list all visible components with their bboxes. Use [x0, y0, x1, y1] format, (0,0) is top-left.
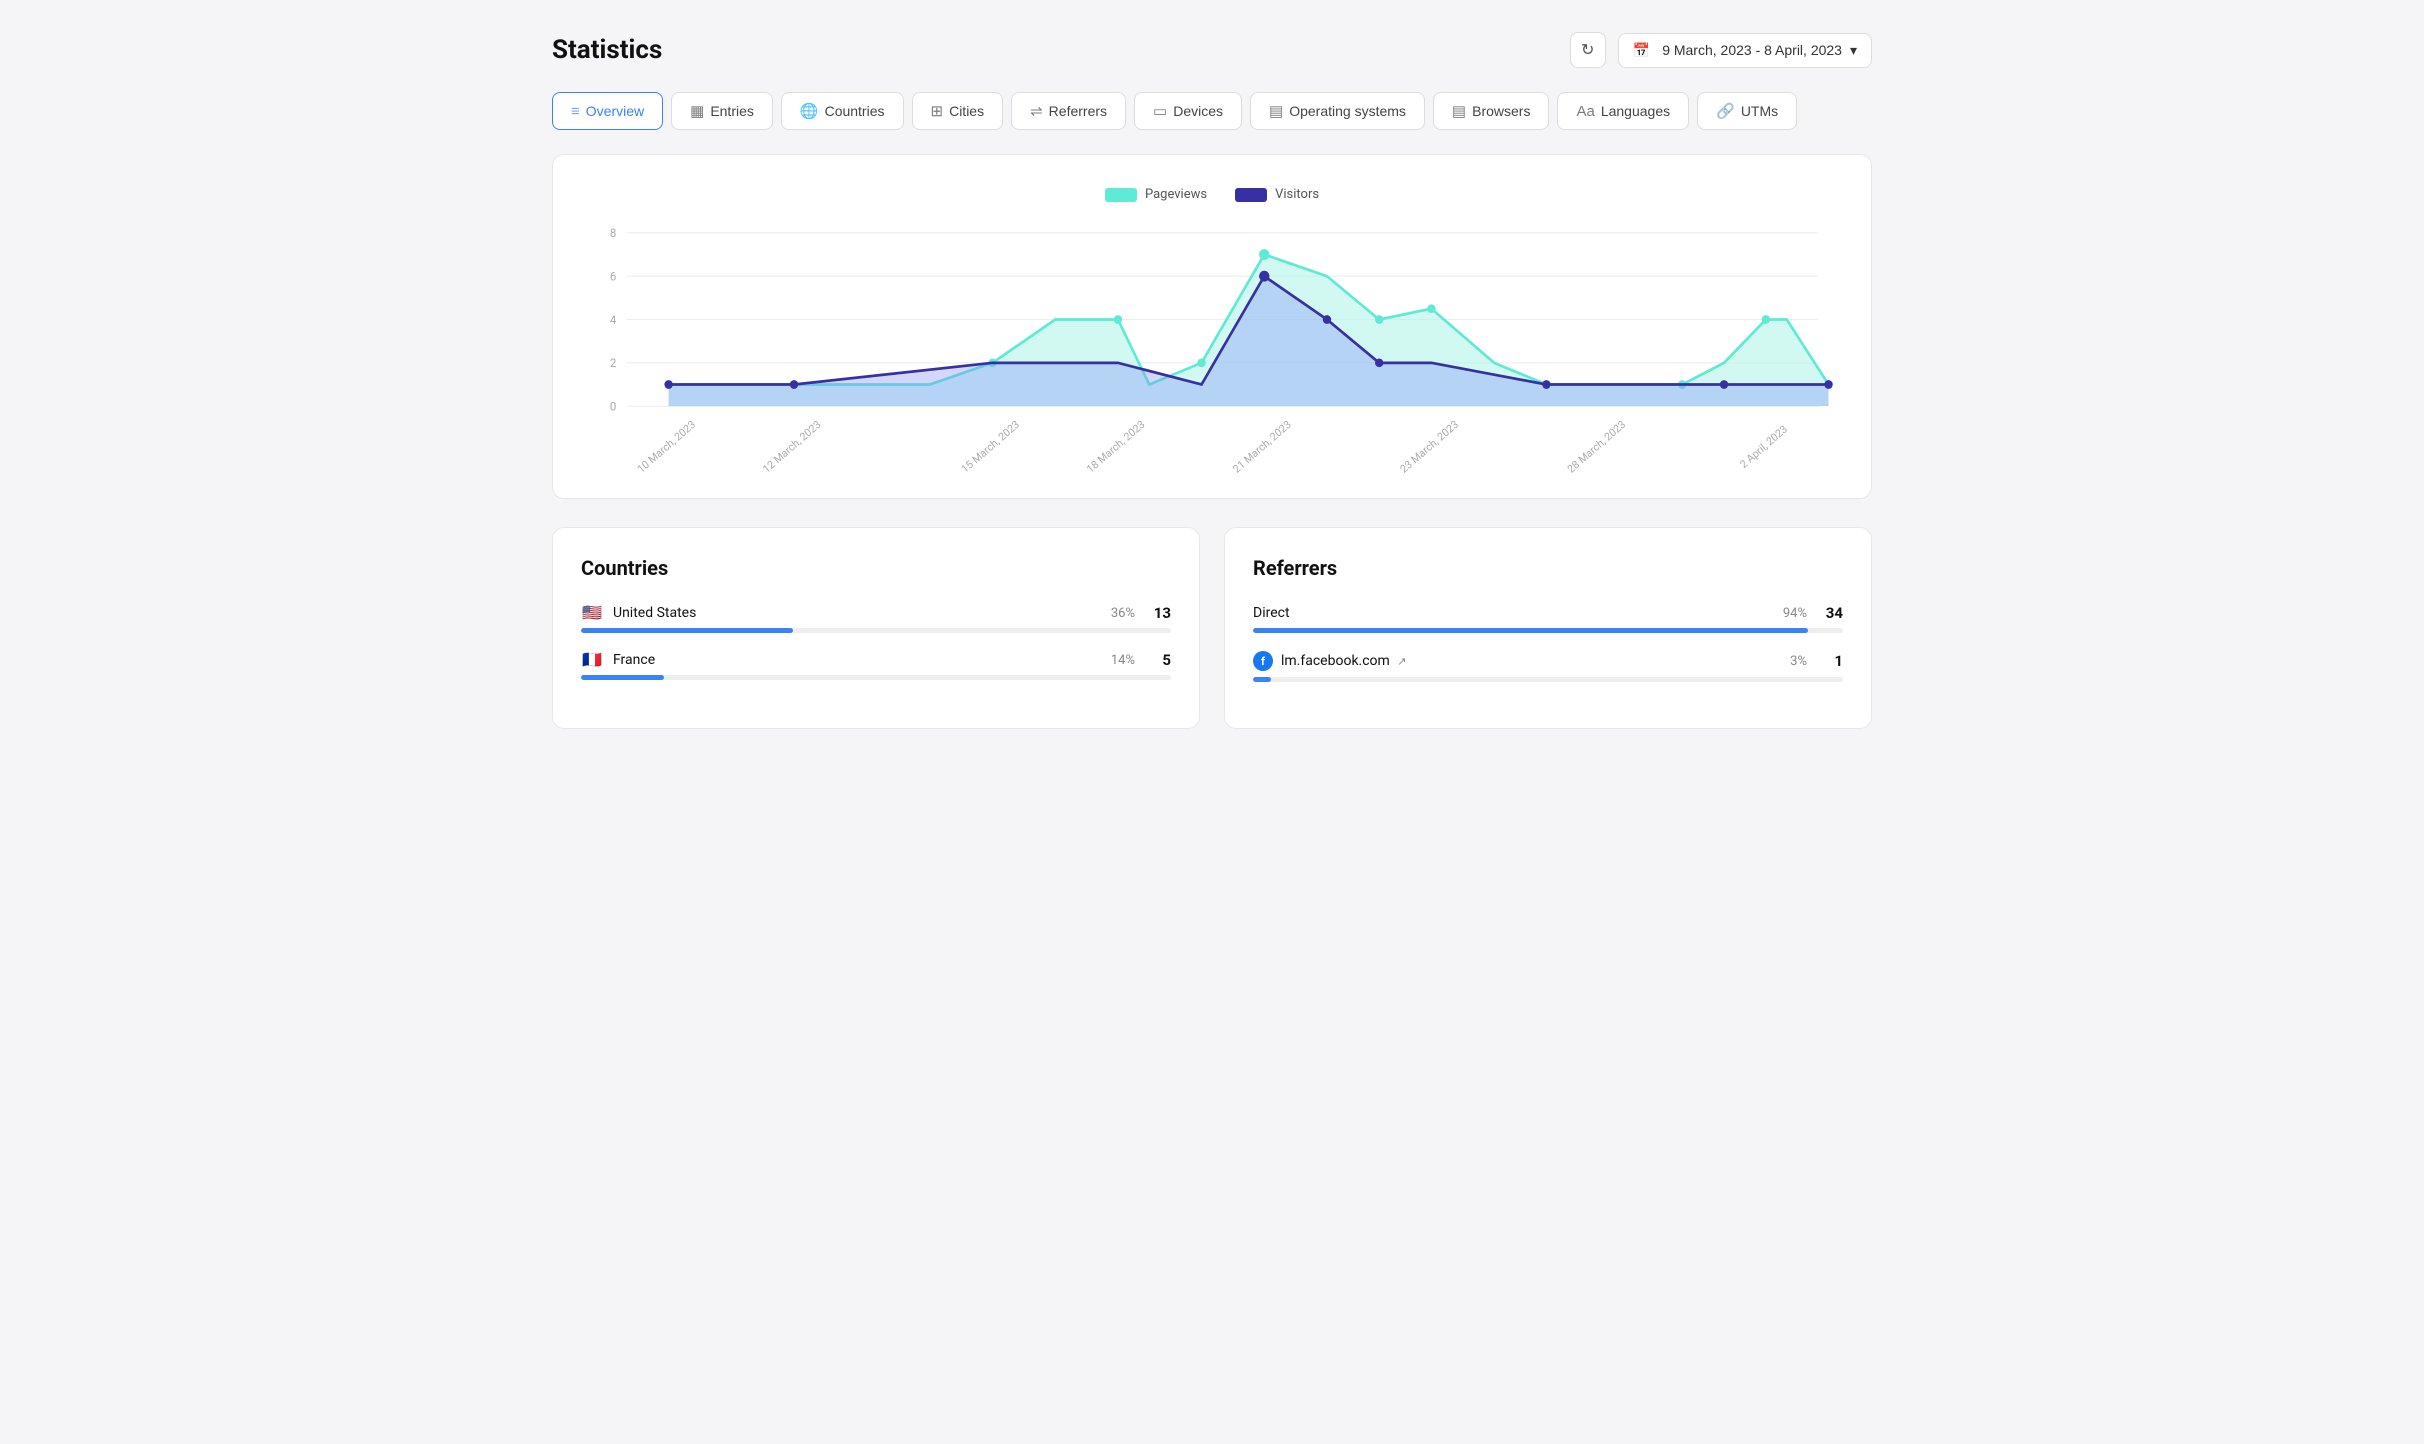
- referrer-row-facebook: f lm.facebook.com ↗ 3% 1: [1253, 651, 1843, 682]
- svg-text:6: 6: [610, 269, 617, 283]
- legend-pageviews: Pageviews: [1105, 187, 1207, 202]
- tab-cities[interactable]: ⊞ Cities: [912, 92, 1004, 130]
- us-bar-fill: [581, 628, 793, 633]
- svg-text:23 March, 2023: 23 March, 2023: [1398, 418, 1461, 476]
- country-row-us: 🇺🇸 United States 36% 13: [581, 604, 1171, 633]
- us-label: United States: [613, 605, 1111, 621]
- tab-referrers[interactable]: ⇌ Referrers: [1011, 92, 1126, 130]
- bottom-cards: Countries 🇺🇸 United States 36% 13 🇫🇷 Fra…: [552, 527, 1872, 729]
- direct-label: Direct: [1253, 605, 1783, 621]
- tab-overview-label: Overview: [586, 103, 644, 119]
- direct-count: 34: [1819, 604, 1843, 622]
- facebook-bar-track: [1253, 677, 1843, 682]
- us-pct: 36%: [1111, 606, 1135, 621]
- page-title: Statistics: [552, 35, 662, 65]
- tab-os-label: Operating systems: [1289, 103, 1406, 119]
- refresh-icon: ↻: [1581, 40, 1594, 60]
- tab-cities-label: Cities: [949, 103, 984, 119]
- tab-browsers[interactable]: ▤ Browsers: [1433, 92, 1550, 130]
- tab-overview[interactable]: ≡ Overview: [552, 92, 663, 130]
- external-link-icon: ↗: [1397, 655, 1406, 668]
- date-range-button[interactable]: 📅 9 March, 2023 - 8 April, 2023 ▾: [1618, 33, 1872, 68]
- countries-card-title: Countries: [581, 556, 1171, 580]
- svg-text:2 April, 2023: 2 April, 2023: [1737, 422, 1790, 471]
- fr-bar-track: [581, 675, 1171, 680]
- utms-icon: 🔗: [1716, 102, 1735, 120]
- svg-text:8: 8: [610, 226, 616, 240]
- fr-count: 5: [1147, 651, 1171, 669]
- us-bar-track: [581, 628, 1171, 633]
- tab-browsers-label: Browsers: [1472, 103, 1530, 119]
- svg-text:4: 4: [610, 313, 617, 327]
- legend-visitors: Visitors: [1235, 187, 1319, 202]
- chart-card: Pageviews Visitors 8 6 4 2 0: [552, 154, 1872, 499]
- direct-bar-fill: [1253, 628, 1808, 633]
- page-container: Statistics ↻ 📅 9 March, 2023 - 8 April, …: [512, 0, 1912, 761]
- referrers-card: Referrers Direct 94% 34 f lm.facebook.co…: [1224, 527, 1872, 729]
- tab-countries[interactable]: 🌐 Countries: [781, 92, 904, 130]
- countries-card: Countries 🇺🇸 United States 36% 13 🇫🇷 Fra…: [552, 527, 1200, 729]
- facebook-bar-fill: [1253, 677, 1271, 682]
- page-header: Statistics ↻ 📅 9 March, 2023 - 8 April, …: [552, 32, 1872, 68]
- tab-entries-label: Entries: [710, 103, 754, 119]
- facebook-count: 1: [1819, 652, 1843, 670]
- tab-languages[interactable]: Aa Languages: [1557, 92, 1689, 130]
- pageviews-label: Pageviews: [1145, 187, 1207, 202]
- navigation-tabs: ≡ Overview ▦ Entries 🌐 Countries ⊞ Citie…: [552, 92, 1872, 130]
- svg-text:28 March, 2023: 28 March, 2023: [1565, 418, 1628, 476]
- svg-text:2: 2: [610, 356, 617, 370]
- svg-text:15 March, 2023: 15 March, 2023: [959, 418, 1022, 476]
- tab-operating-systems[interactable]: ▤ Operating systems: [1250, 92, 1425, 130]
- chart-svg: 8 6 4 2 0: [585, 222, 1839, 482]
- referrers-icon: ⇌: [1030, 102, 1043, 120]
- svg-text:21 March, 2023: 21 March, 2023: [1230, 418, 1293, 476]
- cities-icon: ⊞: [931, 102, 944, 120]
- chart-legend: Pageviews Visitors: [585, 187, 1839, 202]
- tab-utms[interactable]: 🔗 UTMs: [1697, 92, 1797, 130]
- svg-text:10 March, 2023: 10 March, 2023: [635, 418, 698, 476]
- entries-icon: ▦: [690, 102, 704, 120]
- tab-devices-label: Devices: [1173, 103, 1223, 119]
- facebook-pct: 3%: [1790, 654, 1807, 669]
- devices-icon: ▭: [1153, 102, 1167, 120]
- referrer-row-direct: Direct 94% 34: [1253, 604, 1843, 633]
- tab-devices[interactable]: ▭ Devices: [1134, 92, 1242, 130]
- tab-utms-label: UTMs: [1741, 103, 1778, 119]
- referrers-card-title: Referrers: [1253, 556, 1843, 580]
- facebook-label: lm.facebook.com ↗: [1281, 653, 1790, 669]
- chevron-down-icon: ▾: [1850, 42, 1857, 59]
- browsers-icon: ▤: [1452, 102, 1466, 120]
- tab-languages-label: Languages: [1601, 103, 1670, 119]
- fr-flag: 🇫🇷: [581, 652, 603, 668]
- us-flag: 🇺🇸: [581, 605, 603, 621]
- direct-pct: 94%: [1783, 606, 1807, 621]
- overview-icon: ≡: [571, 103, 580, 120]
- fr-pct: 14%: [1111, 653, 1135, 668]
- pageviews-swatch: [1105, 188, 1137, 202]
- tab-countries-label: Countries: [825, 103, 885, 119]
- date-range-label: 9 March, 2023 - 8 April, 2023: [1662, 42, 1842, 58]
- languages-icon: Aa: [1576, 103, 1594, 120]
- calendar-icon: 📅: [1633, 42, 1650, 59]
- tab-referrers-label: Referrers: [1049, 103, 1107, 119]
- header-controls: ↻ 📅 9 March, 2023 - 8 April, 2023 ▾: [1570, 32, 1872, 68]
- refresh-button[interactable]: ↻: [1570, 32, 1606, 68]
- os-icon: ▤: [1269, 102, 1283, 120]
- svg-text:0: 0: [610, 399, 616, 413]
- chart-area: 8 6 4 2 0: [585, 222, 1839, 482]
- country-row-fr: 🇫🇷 France 14% 5: [581, 651, 1171, 680]
- tab-entries[interactable]: ▦ Entries: [671, 92, 773, 130]
- visitors-label: Visitors: [1275, 187, 1319, 202]
- svg-text:18 March, 2023: 18 March, 2023: [1084, 418, 1147, 476]
- visitors-swatch: [1235, 188, 1267, 202]
- countries-icon: 🌐: [800, 102, 819, 120]
- fr-label: France: [613, 652, 1111, 668]
- svg-text:12 March, 2023: 12 March, 2023: [760, 418, 823, 476]
- direct-bar-track: [1253, 628, 1843, 633]
- facebook-icon: f: [1253, 651, 1273, 671]
- fr-bar-fill: [581, 675, 664, 680]
- us-count: 13: [1147, 604, 1171, 622]
